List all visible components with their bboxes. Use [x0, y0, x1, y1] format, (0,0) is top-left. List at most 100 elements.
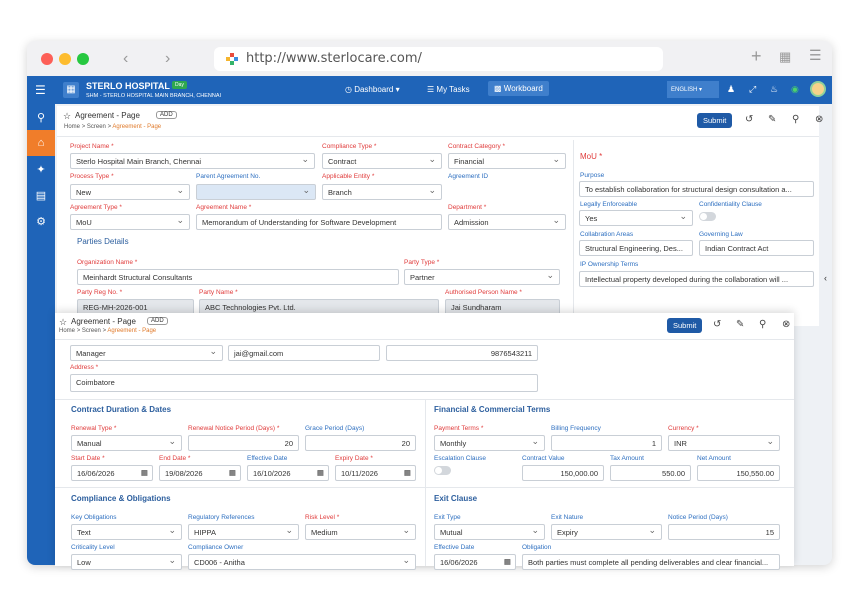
calendar-icon[interactable]: ▦	[404, 468, 411, 477]
nav-dashboard[interactable]: ◷ Dashboard ▾	[345, 85, 400, 94]
org-name-input[interactable]: Meinhardt Structural Consultants	[77, 269, 399, 285]
calendar-icon[interactable]: ▦	[141, 468, 148, 477]
close-icon[interactable]: ⊗	[815, 114, 823, 125]
new-tab-icon[interactable]: +	[751, 46, 762, 67]
tax-input[interactable]: 550.00	[610, 465, 691, 481]
home-icon[interactable]: ⌂	[27, 130, 55, 156]
obligation-input[interactable]: Both parties must complete all pending d…	[522, 554, 780, 570]
collapse-arrow-icon[interactable]: ‹	[824, 273, 827, 283]
language-select[interactable]: ENGLISH ▾	[667, 81, 719, 98]
contract-value-input[interactable]: 150,000.00	[522, 465, 604, 481]
parent-agreement-select[interactable]	[196, 184, 316, 200]
compliance-type-select[interactable]: Contract	[322, 153, 442, 169]
submit-button[interactable]: Submit	[697, 113, 733, 128]
address-bar[interactable]: http://www.sterlocare.com/	[214, 47, 663, 71]
legally-select[interactable]: Yes	[579, 210, 693, 226]
tax-label: Tax Amount	[610, 455, 644, 462]
contract-category-select[interactable]: Financial	[448, 153, 566, 169]
risk-select[interactable]: Medium	[305, 524, 416, 540]
exit-nature-select[interactable]: Expiry	[551, 524, 662, 540]
calendar-icon[interactable]: ▦	[229, 468, 236, 477]
search-icon[interactable]: ⚲	[27, 104, 55, 130]
expiry-date-input[interactable]: 10/11/2026 ▦	[335, 465, 416, 481]
agreement-type-select[interactable]: MoU	[70, 214, 190, 230]
end-date-label: End Date *	[159, 455, 191, 462]
designation-select[interactable]: Manager	[70, 345, 223, 361]
department-label: Department *	[448, 204, 487, 211]
net-input[interactable]: 150,550.00	[697, 465, 780, 481]
reg-ref-label: Regulatory References	[188, 514, 255, 521]
browser-chrome: ‹ › http://www.sterlocare.com/ + ▦ ☰	[27, 41, 832, 76]
effective-date-input[interactable]: 16/10/2026 ▦	[247, 465, 329, 481]
start-date-input[interactable]: 16/06/2026 ▦	[71, 465, 153, 481]
ip-input[interactable]: Intellectual property developed during t…	[579, 271, 814, 287]
close-icon[interactable]: ⊗	[782, 319, 790, 330]
star-icon[interactable]: ☆	[63, 111, 71, 122]
menu-icon[interactable]: ☰	[809, 47, 822, 64]
renewal-type-select[interactable]: Manual	[71, 435, 182, 451]
search-icon[interactable]: ⚲	[792, 114, 799, 125]
page-title: Agreement - Page	[71, 317, 136, 326]
project-name-select[interactable]: Sterlo Hospital Main Branch, Chennai	[70, 153, 315, 169]
party-name-label: Party Name *	[199, 289, 238, 296]
escalation-toggle[interactable]	[434, 466, 451, 475]
back-arrow-icon[interactable]: ‹	[123, 50, 128, 68]
email-input[interactable]: jai@gmail.com	[228, 345, 380, 361]
billing-input[interactable]: 1	[551, 435, 662, 451]
end-date-input[interactable]: 19/08/2026 ▦	[159, 465, 241, 481]
applicable-entity-label: Applicable Entity *	[322, 173, 375, 180]
expand-icon[interactable]: ⤢	[749, 84, 756, 95]
exit-effective-input[interactable]: 16/06/2026 ▦	[434, 554, 516, 570]
gov-law-input[interactable]: Indian Contract Act	[699, 240, 814, 256]
phone-input[interactable]: 9876543211	[386, 345, 538, 361]
key-oblig-select[interactable]: Text	[71, 524, 182, 540]
nav-my-tasks[interactable]: ☰ My Tasks	[427, 85, 470, 94]
nav-workboard[interactable]: ▩ Workboard	[488, 81, 549, 96]
currency-select[interactable]: INR	[668, 435, 780, 451]
grace-input[interactable]: 20	[305, 435, 416, 451]
forward-arrow-icon[interactable]: ›	[165, 50, 170, 68]
maximize-window-button[interactable]	[77, 53, 89, 65]
applicable-entity-select[interactable]: Branch	[322, 184, 442, 200]
star-icon[interactable]: ☆	[59, 317, 67, 328]
search-icon[interactable]: ⚲	[759, 319, 766, 330]
process-type-label: Process Type *	[70, 173, 114, 180]
renewal-notice-label: Renewal Notice Period (Days) *	[188, 425, 280, 432]
hamburger-icon[interactable]: ☰	[35, 83, 46, 97]
agreement-name-input[interactable]: Memorandum of Understanding for Software…	[196, 214, 442, 230]
renewal-notice-input[interactable]: 20	[188, 435, 299, 451]
party-type-select[interactable]: Partner	[404, 269, 560, 285]
crit-select[interactable]: Low	[71, 554, 182, 570]
settings-icon[interactable]: ⚙	[27, 208, 55, 234]
owner-select[interactable]: CD006 - Anitha	[188, 554, 416, 570]
process-type-select[interactable]: New	[70, 184, 190, 200]
grid-icon[interactable]: ▦	[779, 49, 791, 65]
close-window-button[interactable]	[41, 53, 53, 65]
exit-type-label: Exit Type	[434, 514, 461, 521]
refresh-icon[interactable]: ↺	[745, 114, 753, 125]
edit-icon[interactable]: ✎	[736, 319, 744, 330]
tools-icon[interactable]: ✦	[27, 156, 55, 182]
avatar[interactable]	[810, 81, 826, 97]
calendar-icon[interactable]: ▦	[317, 468, 324, 477]
payment-terms-select[interactable]: Monthly	[434, 435, 545, 451]
reg-ref-select[interactable]: HIPPA	[188, 524, 299, 540]
address-input[interactable]: Coimbatore	[70, 374, 538, 392]
status-icon: ◉	[791, 84, 799, 94]
book-icon[interactable]: ▤	[27, 182, 55, 208]
department-select[interactable]: Admission	[448, 214, 566, 230]
exit-type-select[interactable]: Mutual	[434, 524, 545, 540]
submit-button[interactable]: Submit	[667, 318, 703, 333]
contract-section-title: Contract Duration & Dates	[71, 405, 172, 414]
bell-icon[interactable]: ♨	[770, 84, 778, 95]
minimize-window-button[interactable]	[59, 53, 71, 65]
purpose-input[interactable]: To establish collaboration for structura…	[579, 181, 814, 197]
refresh-icon[interactable]: ↺	[713, 319, 721, 330]
user-icon[interactable]: ♟	[727, 84, 735, 95]
calendar-icon[interactable]: ▦	[504, 557, 511, 566]
edit-icon[interactable]: ✎	[768, 114, 776, 125]
confidentiality-toggle[interactable]	[699, 212, 716, 221]
parties-section-title: Parties Details	[77, 237, 129, 246]
collab-input[interactable]: Structural Engineering, Des...	[579, 240, 693, 256]
notice-input[interactable]: 15	[668, 524, 780, 540]
